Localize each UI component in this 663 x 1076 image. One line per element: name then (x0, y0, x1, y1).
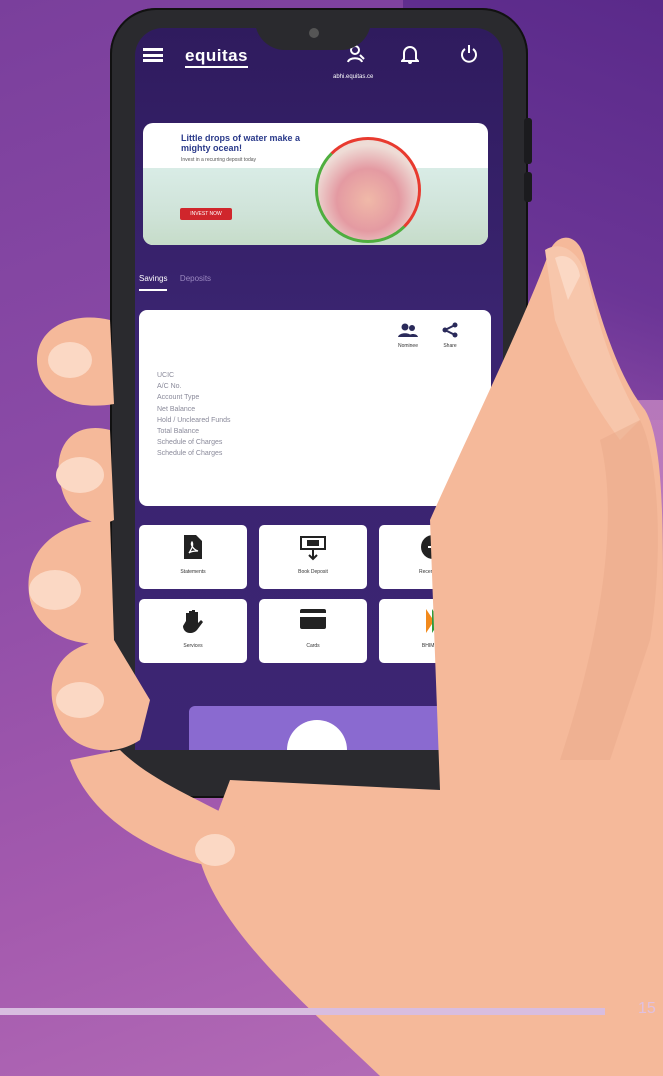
footer-line (0, 1008, 605, 1015)
page-number: 15 (638, 1000, 656, 1017)
hand-illustration (28, 237, 663, 1076)
